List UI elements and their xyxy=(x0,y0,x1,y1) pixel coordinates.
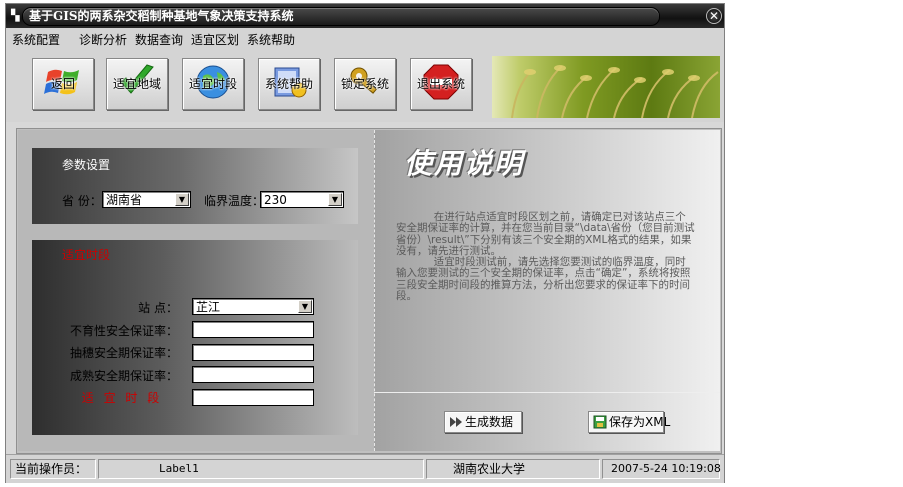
lock-system-label: 锁定系统 xyxy=(340,77,389,91)
system-help-label: 系统帮助 xyxy=(264,77,313,91)
dropdown-arrow-icon[interactable]: ▼ xyxy=(175,193,189,206)
critical-temp-label: 临界温度： xyxy=(204,194,265,208)
station-label: 站 点： xyxy=(138,301,178,315)
operator-label: 当前操作员： xyxy=(15,462,88,476)
maturity-rate-label: 成熟安全期保证率： xyxy=(69,369,178,383)
suitable-period-button[interactable]: 适宜时段 xyxy=(182,58,244,110)
datetime: 2007-5-24 10:19:08 xyxy=(611,462,721,475)
menu-suitability-zoning[interactable]: 适宜区划 xyxy=(191,31,239,48)
menu-diagnosis[interactable]: 诊断分析 xyxy=(79,31,127,48)
sterility-rate-input[interactable] xyxy=(192,321,314,338)
content-frame: 参数设置 省 份： 湖南省 ▼ 临界温度： 230 ▼ 适宜时段 站 点： 芷江… xyxy=(16,128,722,454)
lock-system-button[interactable]: 锁定系统 xyxy=(334,58,396,110)
operator-value: Label1 xyxy=(159,462,199,475)
main-window: ▚ 基于GIS的两系杂交稻制种基地气象决策支持系统 ✕ 系统配置 诊断分析 数据… xyxy=(5,3,725,483)
suitable-period-output[interactable] xyxy=(192,389,314,406)
suitable-period-label: 适 宜 时 段 xyxy=(81,391,163,405)
system-help-button[interactable]: 系统帮助 xyxy=(258,58,320,110)
usage-paragraph-1: 在进行站点适宜时段区划之前，请确定已对该站点三个安全期保证率的计算，并在您当前目… xyxy=(396,211,695,257)
time-section-title: 适宜时段 xyxy=(62,248,111,262)
menu-bar: 系统配置 诊断分析 数据查询 适宜区划 系统帮助 xyxy=(6,28,724,49)
left-panel: 参数设置 省 份： 湖南省 ▼ 临界温度： 230 ▼ 适宜时段 站 点： 芷江… xyxy=(18,130,374,451)
generate-data-button[interactable]: 生成数据 xyxy=(444,411,522,433)
app-icon: ▚ xyxy=(11,9,20,22)
suitable-region-label: 适宜地域 xyxy=(112,77,161,91)
usage-title: 使用说明 xyxy=(404,147,525,180)
window-title: 基于GIS的两系杂交稻制种基地气象决策支持系统 xyxy=(29,9,294,23)
save-disk-icon xyxy=(593,415,607,429)
datetime-cell: 2007-5-24 10:19:08 xyxy=(602,459,721,479)
organization: 湖南农业大学 xyxy=(453,462,526,476)
parameter-settings-box: 参数设置 省 份： 湖南省 ▼ 临界温度： 230 ▼ xyxy=(32,148,358,224)
operator-value-cell: Label1 xyxy=(98,459,424,479)
back-button[interactable]: 返回 xyxy=(32,58,94,110)
suitable-period-box: 适宜时段 站 点： 芷江 ▼ 不育性安全保证率： 抽穗安全期保证率： 成熟安全期… xyxy=(32,240,358,435)
menu-system-help[interactable]: 系统帮助 xyxy=(247,31,295,48)
critical-temp-select[interactable]: 230 ▼ xyxy=(260,191,344,208)
status-bar: 当前操作员： Label1 湖南农业大学 2007-5-24 10:19:08 xyxy=(6,454,724,483)
station-select[interactable]: 芷江 ▼ xyxy=(192,298,314,315)
generate-data-label: 生成数据 xyxy=(465,415,514,429)
fast-forward-icon xyxy=(450,417,462,427)
dropdown-arrow-icon[interactable]: ▼ xyxy=(328,193,342,206)
action-bar: 生成数据 保存为XML xyxy=(374,392,720,452)
exit-system-label: 退出系统 xyxy=(416,77,465,91)
instructions-panel: 使用说明 在进行站点适宜时段区划之前，请确定已对该站点三个安全期保证率的计算，并… xyxy=(374,130,720,451)
toolbar: 返回 适宜地域 适宜时段 系统帮助 锁定系统 退出系统 xyxy=(6,48,724,122)
heading-rate-input[interactable] xyxy=(192,344,314,361)
save-xml-button[interactable]: 保存为XML xyxy=(588,411,670,433)
critical-temp-value: 230 xyxy=(264,193,287,207)
close-button[interactable]: ✕ xyxy=(706,8,722,24)
back-label: 返回 xyxy=(50,77,75,91)
save-xml-label: 保存为XML xyxy=(609,415,671,429)
maturity-rate-input[interactable] xyxy=(192,366,314,383)
title-pill: 基于GIS的两系杂交稻制种基地气象决策支持系统 xyxy=(22,7,660,26)
exit-system-button[interactable]: 退出系统 xyxy=(410,58,472,110)
dropdown-arrow-icon[interactable]: ▼ xyxy=(298,300,312,313)
menu-data-query[interactable]: 数据查询 xyxy=(135,31,183,48)
menu-system-config[interactable]: 系统配置 xyxy=(12,31,60,48)
suitable-period-label: 适宜时段 xyxy=(188,77,237,91)
province-value: 湖南省 xyxy=(106,193,143,207)
organization-cell: 湖南农业大学 xyxy=(426,459,600,479)
param-section-title: 参数设置 xyxy=(62,158,111,172)
usage-paragraph-2: 适宜时段测试前，请先选择您要测试的临界温度，同时输入您要测试的三个安全期的保证率… xyxy=(396,256,691,303)
heading-rate-label: 抽穗安全期保证率： xyxy=(69,346,178,360)
province-label: 省 份： xyxy=(62,194,102,208)
province-select[interactable]: 湖南省 ▼ xyxy=(102,191,191,208)
sterility-rate-label: 不育性安全保证率： xyxy=(69,324,178,338)
title-bar[interactable]: ▚ 基于GIS的两系杂交稻制种基地气象决策支持系统 ✕ xyxy=(6,4,724,28)
usage-text: 在进行站点适宜时段区划之前，请确定已对该站点三个安全期保证率的计算，并在您当前目… xyxy=(396,211,696,303)
station-value: 芷江 xyxy=(196,300,221,314)
operator-label-cell: 当前操作员： xyxy=(10,459,96,479)
rice-field-image xyxy=(492,56,720,118)
suitable-region-button[interactable]: 适宜地域 xyxy=(106,58,168,110)
